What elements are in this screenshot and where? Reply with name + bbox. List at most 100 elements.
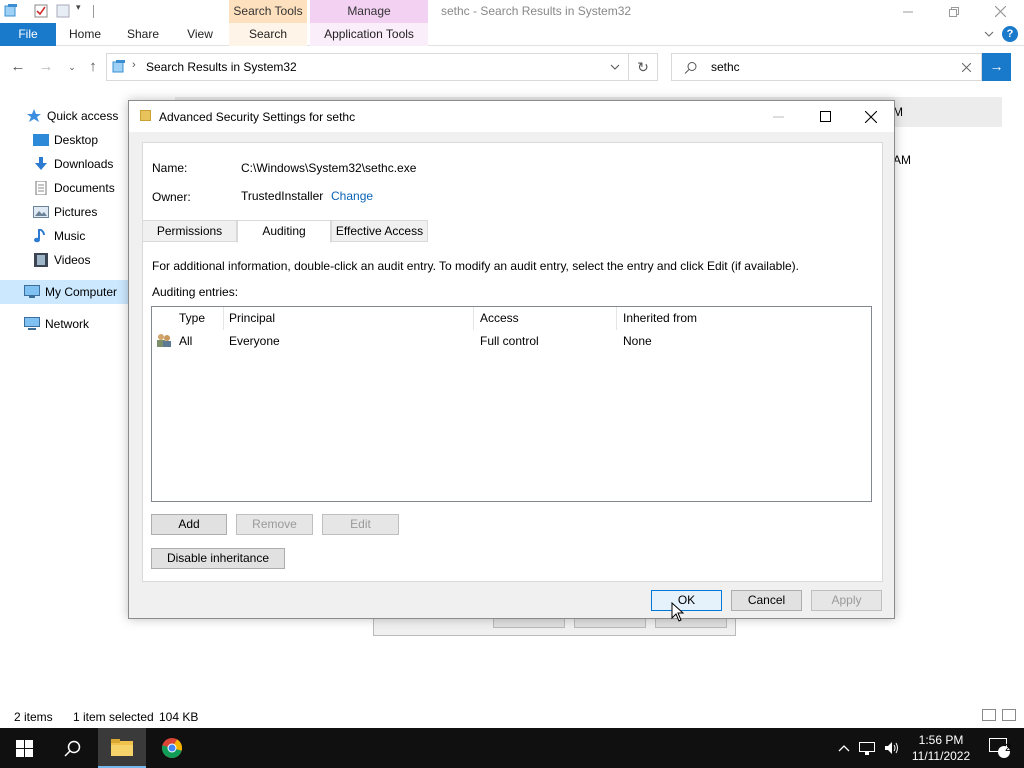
expand-ribbon-icon[interactable] [984,30,994,38]
nav-videos[interactable]: Videos [33,248,90,272]
taskbar-search-button[interactable] [48,728,96,768]
network-icon [24,317,40,330]
nav-network[interactable]: Network [24,312,89,336]
address-bar[interactable]: › Search Results in System32 [106,53,629,81]
nav-desktop[interactable]: Desktop [33,128,98,152]
details-view-icon[interactable] [982,709,996,721]
tab-view[interactable]: View [177,23,223,46]
customize-quick-access-icon[interactable]: ▾ [76,2,90,16]
folder-icon [140,110,151,121]
owner-change-link[interactable]: Change [331,189,373,203]
close-icon [994,6,1006,17]
up-button[interactable]: ↑ [83,57,103,77]
properties-icon[interactable] [34,4,48,18]
chevron-down-icon: ⌄ [68,62,76,72]
notification-count-badge: 2 [1005,742,1012,754]
desktop-icon [33,134,49,146]
tab-permissions[interactable]: Permissions [142,220,237,242]
recent-locations-button[interactable]: ⌄ [62,57,82,77]
nav-downloads[interactable]: Downloads [33,152,113,176]
tab-search[interactable]: Search [229,23,307,46]
tab-share[interactable]: Share [120,23,166,46]
folder-icon [111,738,133,756]
new-folder-icon[interactable] [56,4,70,18]
disable-inheritance-button[interactable]: Disable inheritance [151,548,285,569]
dialog-maximize-button[interactable] [802,101,848,132]
nav-quick-access[interactable]: Quick access [26,104,118,128]
status-bar: 2 items 1 item selected 104 KB [0,706,1024,728]
large-icons-view-icon[interactable] [1002,709,1016,721]
column-header-access[interactable]: Access [474,307,617,330]
nav-pictures[interactable]: Pictures [33,200,97,224]
window-title: sethc - Search Results in System32 [441,4,632,18]
column-header-inherited-from[interactable]: Inherited from [617,307,871,330]
star-icon [27,109,41,122]
refresh-icon: ↻ [637,59,649,75]
cancel-button[interactable]: Cancel [731,590,802,611]
forward-arrow-icon: → [38,58,54,75]
clear-search-icon[interactable] [962,63,971,72]
context-tab-manage: Manage [310,0,428,23]
start-button[interactable] [0,728,48,768]
restore-icon [949,6,959,17]
dialog-close-button[interactable] [848,101,894,132]
tab-home[interactable]: Home [62,23,108,46]
windows-logo-icon [15,739,33,757]
breadcrumb-chevron-icon: › [132,59,136,71]
mouse-cursor-icon [671,602,684,622]
taskbar-clock[interactable]: 1:56 PM 11/11/2022 [908,732,974,764]
help-icon[interactable]: ? [1002,26,1018,42]
ok-button[interactable]: OK [651,590,722,611]
document-icon [35,181,47,195]
column-header-type[interactable]: Type [173,307,224,330]
close-button[interactable] [977,0,1023,23]
advanced-security-dialog: Advanced Security Settings for sethc Nam… [128,100,895,619]
pictures-icon [33,206,49,218]
search-go-button[interactable]: → [982,53,1011,81]
explorer-app-icon [4,4,17,17]
network-status-icon[interactable] [859,741,875,755]
tab-auditing[interactable]: Auditing [237,220,331,243]
search-input[interactable]: sethc [711,60,740,74]
restore-button[interactable] [931,0,977,23]
nav-documents[interactable]: Documents [33,176,115,200]
computer-icon [24,285,40,298]
search-icon [63,740,80,757]
explorer-titlebar: ▾ Search Tools Manage sethc - Search Res… [0,0,1024,23]
forward-button[interactable]: → [36,57,56,77]
minimize-button[interactable] [885,0,931,23]
taskbar-chrome[interactable] [148,728,196,768]
add-button[interactable]: Add [151,514,227,535]
film-icon [34,253,48,267]
search-results-icon [112,60,125,73]
auditing-entries-list[interactable]: Type Principal Access Inherited from All… [151,306,872,502]
cell-type: All [179,334,193,348]
view-toggle [982,709,1016,721]
cell-access: Full control [480,334,539,348]
tab-file[interactable]: File [0,23,56,46]
volume-icon[interactable] [884,741,900,755]
back-button[interactable]: ← [8,57,28,77]
clock-date: 11/11/2022 [911,749,971,763]
tab-effective-access[interactable]: Effective Access [331,220,428,242]
column-header-principal[interactable]: Principal [223,307,474,330]
action-center-button[interactable]: 2 [976,728,1024,768]
dialog-titlebar: Advanced Security Settings for sethc [129,101,894,132]
remove-button[interactable]: Remove [236,514,313,535]
system-tray [838,728,900,768]
refresh-button[interactable]: ↻ [629,53,658,81]
tab-application-tools[interactable]: Application Tools [310,23,428,46]
status-item-count: 2 items [14,710,53,724]
nav-music[interactable]: Music [33,224,85,248]
cell-principal: Everyone [229,334,280,348]
taskbar-file-explorer[interactable] [98,728,146,768]
status-size: 104 KB [159,710,199,724]
background-fragment-2: AM [893,153,911,167]
address-dropdown-icon[interactable] [610,63,620,71]
cell-inherited-from: None [623,334,652,348]
apply-button[interactable]: Apply [811,590,882,611]
search-box[interactable]: sethc [671,53,982,81]
name-label: Name: [152,161,188,175]
edit-button[interactable]: Edit [322,514,399,535]
show-hidden-icons-icon[interactable] [838,744,850,752]
